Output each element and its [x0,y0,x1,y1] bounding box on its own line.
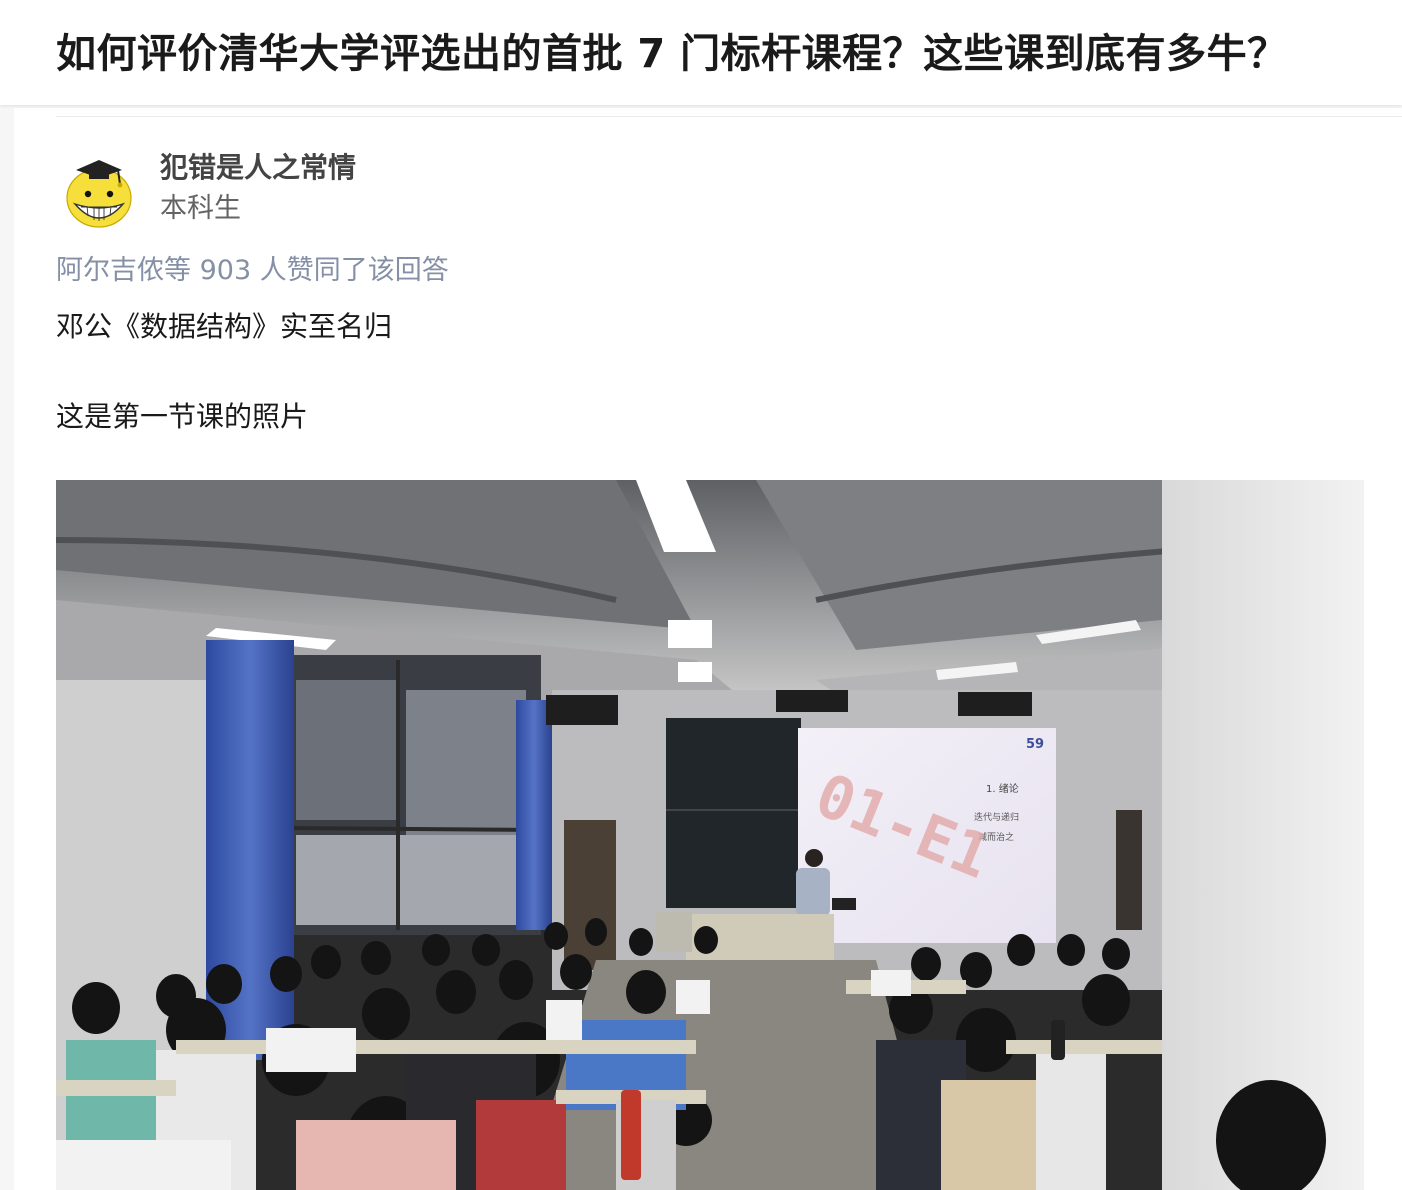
answer-card: 犯错是人之常情 本科生 阿尔吉侬等 903 人赞同了该回答 邓公《数据结构》实至… [14,108,1402,1190]
answer-paragraph: 这是第一节课的照片 [56,400,309,433]
question-title[interactable]: 如何评价清华大学评选出的首批 7 门标杆课程？这些课到底有多牛？ [56,26,1288,82]
author-avatar[interactable] [60,152,138,230]
divider [56,116,1402,117]
koro-sensei-avatar-icon [60,152,138,230]
voters-summary[interactable]: 阿尔吉侬等 903 人赞同了该回答 [56,253,449,289]
answer-paragraph: 邓公《数据结构》实至名归 [56,310,393,343]
author-headline: 本科生 [160,193,241,224]
lecture-photo[interactable]: 59 1. 绪论 迭代与递归 减而治之 01-E1 [56,480,1364,1190]
question-header: 如何评价清华大学评选出的首批 7 门标杆课程？这些课到底有多牛？ [0,0,1402,105]
slide-page-number: 59 [1026,737,1044,752]
slide-heading: 1. 绪论 [986,782,1019,795]
classroom-image: 59 1. 绪论 迭代与递归 减而治之 01-E1 [56,480,1364,1190]
author-name[interactable]: 犯错是人之常情 [160,150,356,186]
